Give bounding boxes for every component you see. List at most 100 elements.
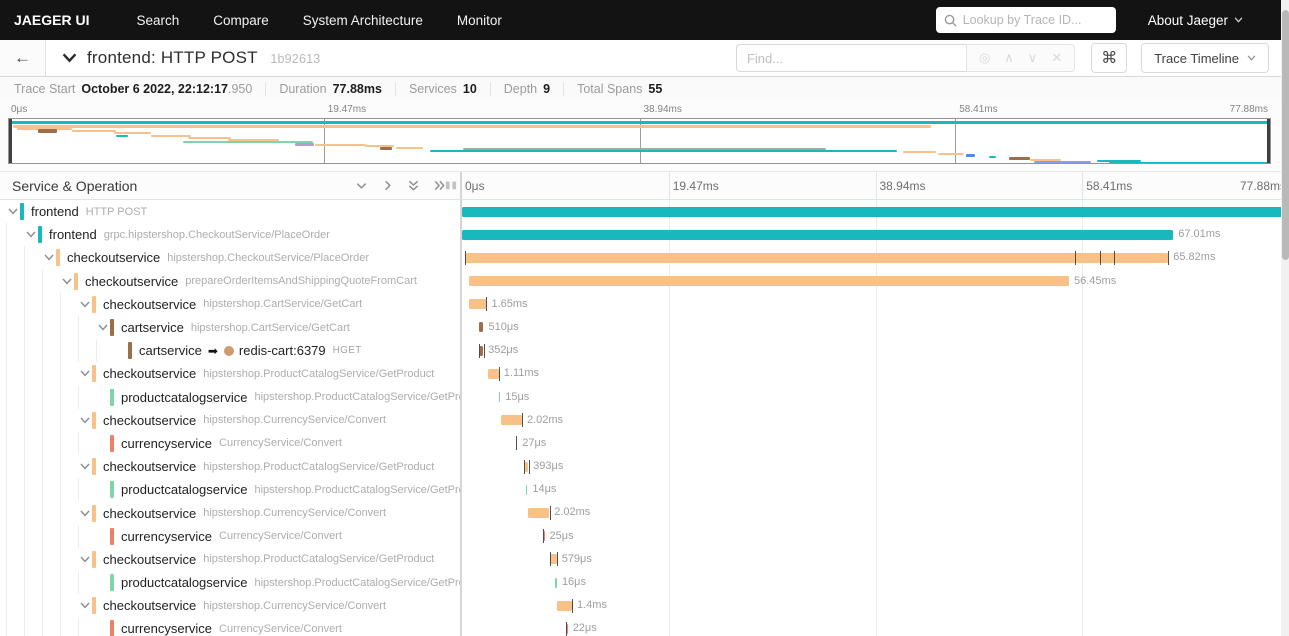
minimap-left-handle[interactable] — [9, 119, 12, 163]
span-duration-bar[interactable] — [498, 392, 501, 402]
span-duration-bar[interactable] — [479, 322, 484, 333]
row-collapse-chevron[interactable] — [60, 278, 74, 285]
span-bar-row[interactable] — [462, 200, 1289, 224]
span-tree-item[interactable]: productcatalogservice hipstershop.Product… — [0, 571, 462, 595]
collapse-trace-chevron[interactable] — [62, 53, 77, 63]
row-collapse-chevron[interactable] — [96, 324, 110, 331]
span-tree-item[interactable]: checkoutservice hipstershop.CheckoutServi… — [0, 246, 462, 270]
row-collapse-chevron[interactable] — [78, 463, 92, 470]
nav-menu: Search Compare System Architecture Monitor — [119, 13, 518, 28]
span-bar-row[interactable]: 352μs — [462, 339, 1289, 363]
service-name: cartservice — [139, 343, 202, 359]
span-tree-item[interactable]: currencyservice CurrencyService/Convert — [0, 524, 462, 548]
span-duration-bar[interactable] — [462, 229, 1174, 240]
row-collapse-chevron[interactable] — [42, 254, 56, 262]
span-tree-item[interactable]: productcatalogservice hipstershop.Product… — [0, 478, 462, 502]
minimap-right-handle[interactable] — [1267, 119, 1270, 163]
span-bar-row[interactable]: 1.11ms — [462, 362, 1289, 386]
span-tree-item[interactable]: frontend grpc.hipstershop.CheckoutService… — [0, 223, 462, 247]
span-duration-bar[interactable] — [465, 252, 1169, 263]
span-tree-item[interactable]: checkoutservice hipstershop.ProductCatalo… — [0, 455, 462, 479]
row-collapse-chevron[interactable] — [24, 231, 38, 238]
scrollbar-thumb[interactable] — [1281, 10, 1289, 260]
row-collapse-chevron[interactable] — [78, 301, 92, 308]
span-bar-row[interactable]: 2.02ms — [462, 501, 1289, 525]
span-tree-item[interactable]: currencyservice CurrencyService/Convert — [0, 431, 462, 456]
row-collapse-chevron[interactable] — [78, 510, 92, 517]
span-tree-item[interactable]: checkoutservice hipstershop.CurrencyServi… — [0, 594, 462, 618]
span-bar-row[interactable]: 25μs — [462, 524, 1289, 548]
clear-find-icon[interactable]: ✕ — [1051, 50, 1062, 66]
span-bar-row[interactable]: 1.4ms — [462, 594, 1289, 618]
row-collapse-chevron[interactable] — [78, 370, 92, 377]
span-bar-row[interactable]: 15μs — [462, 385, 1289, 409]
vertical-scrollbar[interactable] — [1281, 0, 1289, 636]
span-bar-row[interactable]: 2.02ms — [462, 408, 1289, 432]
span-bar-row[interactable]: 27μs — [462, 431, 1289, 456]
span-tree-item[interactable]: cartservice hipstershop.CartService/GetCa… — [0, 315, 462, 340]
span-duration-bar[interactable] — [488, 368, 499, 379]
nav-item-system-architecture[interactable]: System Architecture — [286, 13, 440, 28]
span-bar-row[interactable]: 67.01ms — [462, 223, 1289, 247]
chevron-down-icon — [80, 301, 90, 308]
span-duration-bar[interactable] — [556, 600, 572, 611]
indent-guide — [42, 455, 60, 479]
nav-item-monitor[interactable]: Monitor — [440, 13, 519, 28]
timeline-gridline — [875, 455, 877, 479]
span-tree-item[interactable]: currencyservice CurrencyService/Convert — [0, 617, 462, 636]
span-tree-item[interactable]: checkoutservice hipstershop.CartService/G… — [0, 292, 462, 316]
span-bar-row[interactable]: 56.45ms — [462, 269, 1289, 293]
expand-one-icon[interactable] — [381, 179, 394, 192]
indent-guide — [6, 408, 24, 432]
collapse-all-icon[interactable] — [407, 179, 420, 192]
find-input[interactable] — [735, 44, 966, 72]
span-duration-bar[interactable] — [550, 554, 557, 565]
span-boundary-tick — [557, 552, 559, 567]
span-duration-bar[interactable] — [555, 577, 557, 588]
span-bar-row[interactable]: 510μs — [462, 315, 1289, 340]
row-collapse-chevron[interactable] — [78, 602, 92, 609]
span-tree-item[interactable]: checkoutservice hipstershop.ProductCatalo… — [0, 547, 462, 571]
span-tree-item[interactable]: frontend HTTP POST — [0, 200, 462, 224]
row-collapse-chevron[interactable] — [78, 556, 92, 563]
span-bar-row[interactable]: 14μs — [462, 478, 1289, 502]
span-bar-row[interactable]: 579μs — [462, 547, 1289, 571]
keyboard-shortcuts-button[interactable]: ⌘ — [1091, 43, 1128, 73]
span-bar-row[interactable]: 22μs — [462, 617, 1289, 636]
span-duration-bar[interactable] — [525, 484, 528, 495]
find-prev-icon[interactable]: ∧ — [1004, 50, 1014, 66]
nav-item-compare[interactable]: Compare — [196, 13, 286, 28]
collapse-one-icon[interactable] — [355, 179, 368, 192]
span-bar-row[interactable]: 65.82ms — [462, 246, 1289, 270]
span-bar-row[interactable]: 1.65ms — [462, 292, 1289, 316]
span-duration-bar[interactable] — [469, 276, 1069, 287]
span-tree-item[interactable]: cartservice ➡ redis-cart:6379 HGET — [0, 339, 462, 363]
span-tree-item[interactable]: checkoutservice prepareOrderItemsAndShipp… — [0, 269, 462, 293]
find-next-icon[interactable]: ∨ — [1028, 50, 1038, 66]
span-duration-bar[interactable] — [524, 461, 529, 472]
span-bar-row[interactable]: 16μs — [462, 571, 1289, 595]
row-collapse-chevron[interactable] — [78, 417, 92, 424]
span-bar-row[interactable]: 393μs — [462, 455, 1289, 479]
back-button[interactable]: ← — [0, 40, 46, 76]
about-jaeger-menu[interactable]: About Jaeger — [1148, 13, 1243, 28]
span-duration-bar[interactable] — [462, 206, 1289, 217]
timeline-gridline — [668, 431, 670, 456]
trace-lookup-box[interactable] — [935, 7, 1116, 33]
span-duration-bar[interactable] — [528, 507, 550, 518]
span-tree-item[interactable]: checkoutservice hipstershop.CurrencyServi… — [0, 501, 462, 525]
nav-item-search[interactable]: Search — [119, 13, 196, 28]
minimap-canvas[interactable] — [8, 118, 1271, 164]
span-tree-item[interactable]: productcatalogservice hipstershop.Product… — [0, 385, 462, 409]
chevron-down-icon — [80, 602, 90, 609]
span-duration-bar[interactable] — [469, 299, 487, 310]
app-brand[interactable]: JAEGER UI — [14, 12, 89, 28]
panel-resize-grip[interactable]: ▮▮ — [445, 180, 458, 191]
trace-view-selector[interactable]: Trace Timeline — [1141, 43, 1269, 73]
span-duration-bar[interactable] — [500, 415, 522, 426]
trace-lookup-input[interactable] — [962, 13, 1108, 27]
span-tree-item[interactable]: checkoutservice hipstershop.CurrencyServi… — [0, 408, 462, 432]
span-tree-item[interactable]: checkoutservice hipstershop.ProductCatalo… — [0, 362, 462, 386]
locate-icon[interactable]: ◎ — [979, 50, 990, 66]
row-collapse-chevron[interactable] — [6, 208, 20, 215]
